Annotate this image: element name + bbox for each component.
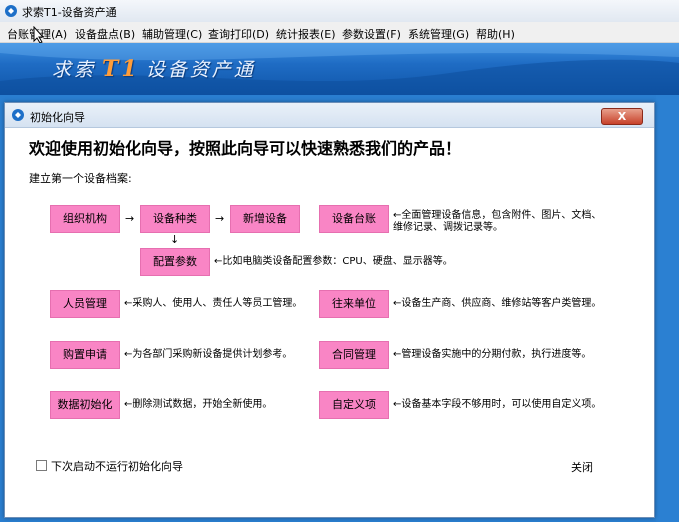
- dialog-title: 初始化向导: [30, 111, 85, 124]
- datainit-desc: ←删除测试数据，开始全新使用。: [124, 399, 273, 410]
- mouse-cursor-icon: [33, 26, 45, 44]
- ledger-desc-1: ←全面管理设备信息，包含附件、图片、文档、: [393, 210, 602, 221]
- menu-query-print[interactable]: 查询打印(D): [208, 26, 269, 42]
- custom-fields-button[interactable]: 自定义项: [319, 391, 389, 419]
- contract-desc: ←管理设备实施中的分期付款，执行进度等。: [393, 349, 592, 360]
- close-link[interactable]: 关闭: [571, 459, 593, 475]
- wizard-headline: 欢迎使用初始化向导，按照此向导可以快速熟悉我们的产品！: [29, 139, 462, 158]
- window-titlebar: 求索T1-设备资产通: [0, 0, 679, 23]
- app-icon: [5, 5, 17, 17]
- desktop-edge: [656, 95, 679, 522]
- menu-system[interactable]: 系统管理(G): [408, 26, 469, 42]
- partner-desc: ←设备生产商、供应商、维修站等客户类管理。: [393, 298, 602, 309]
- device-type-button[interactable]: 设备种类: [140, 205, 210, 233]
- data-init-button[interactable]: 数据初始化: [50, 391, 120, 419]
- menu-aux[interactable]: 辅助管理(C): [142, 26, 202, 42]
- window-title: 求索T1-设备资产通: [22, 6, 117, 19]
- arrow-right-icon: →: [125, 212, 135, 225]
- contract-button[interactable]: 合同管理: [319, 341, 389, 369]
- config-desc: ←比如电脑类设备配置参数：CPU、硬盘、显示器等。: [214, 256, 453, 267]
- ledger-desc-2: 维修记录、调拨记录等。: [393, 222, 503, 233]
- purchase-desc: ←为各部门采购新设备提供计划参考。: [124, 349, 293, 360]
- dialog-app-icon: [12, 109, 24, 121]
- menu-reports[interactable]: 统计报表(E): [276, 26, 336, 42]
- org-button[interactable]: 组织机构: [50, 205, 120, 233]
- add-device-button[interactable]: 新增设备: [230, 205, 300, 233]
- skip-wizard-label[interactable]: 下次启动不运行初始化向导: [51, 458, 183, 474]
- config-params-button[interactable]: 配置参数: [140, 248, 210, 276]
- banner-logo: 求索 T1 设备资产通: [52, 56, 256, 82]
- skip-wizard-checkbox[interactable]: [36, 460, 47, 471]
- menu-help[interactable]: 帮助(H): [476, 26, 515, 42]
- close-window-button[interactable]: X: [601, 108, 643, 125]
- dialog-titlebar: 初始化向导 X: [5, 103, 654, 128]
- wizard-subhead: 建立第一个设备档案:: [29, 172, 132, 185]
- staff-desc: ←采购人、使用人、责任人等员工管理。: [124, 298, 303, 309]
- menu-inventory[interactable]: 设备盘点(B): [75, 26, 135, 42]
- purchase-request-button[interactable]: 购置申请: [50, 341, 120, 369]
- menubar: 台账管理(A) 设备盘点(B) 辅助管理(C) 查询打印(D) 统计报表(E) …: [0, 22, 679, 44]
- arrow-down-icon: ↓: [170, 233, 180, 246]
- menu-params[interactable]: 参数设置(F): [342, 26, 401, 42]
- partner-button[interactable]: 往来单位: [319, 290, 389, 318]
- app-banner: 求索 T1 设备资产通: [0, 43, 679, 95]
- init-wizard-dialog: 初始化向导 X 欢迎使用初始化向导，按照此向导可以快速熟悉我们的产品！ 建立第一…: [4, 102, 655, 518]
- arrow-right-icon: →: [215, 212, 225, 225]
- device-ledger-button[interactable]: 设备台账: [319, 205, 389, 233]
- staff-button[interactable]: 人员管理: [50, 290, 120, 318]
- custom-desc: ←设备基本字段不够用时，可以使用自定义项。: [393, 399, 602, 410]
